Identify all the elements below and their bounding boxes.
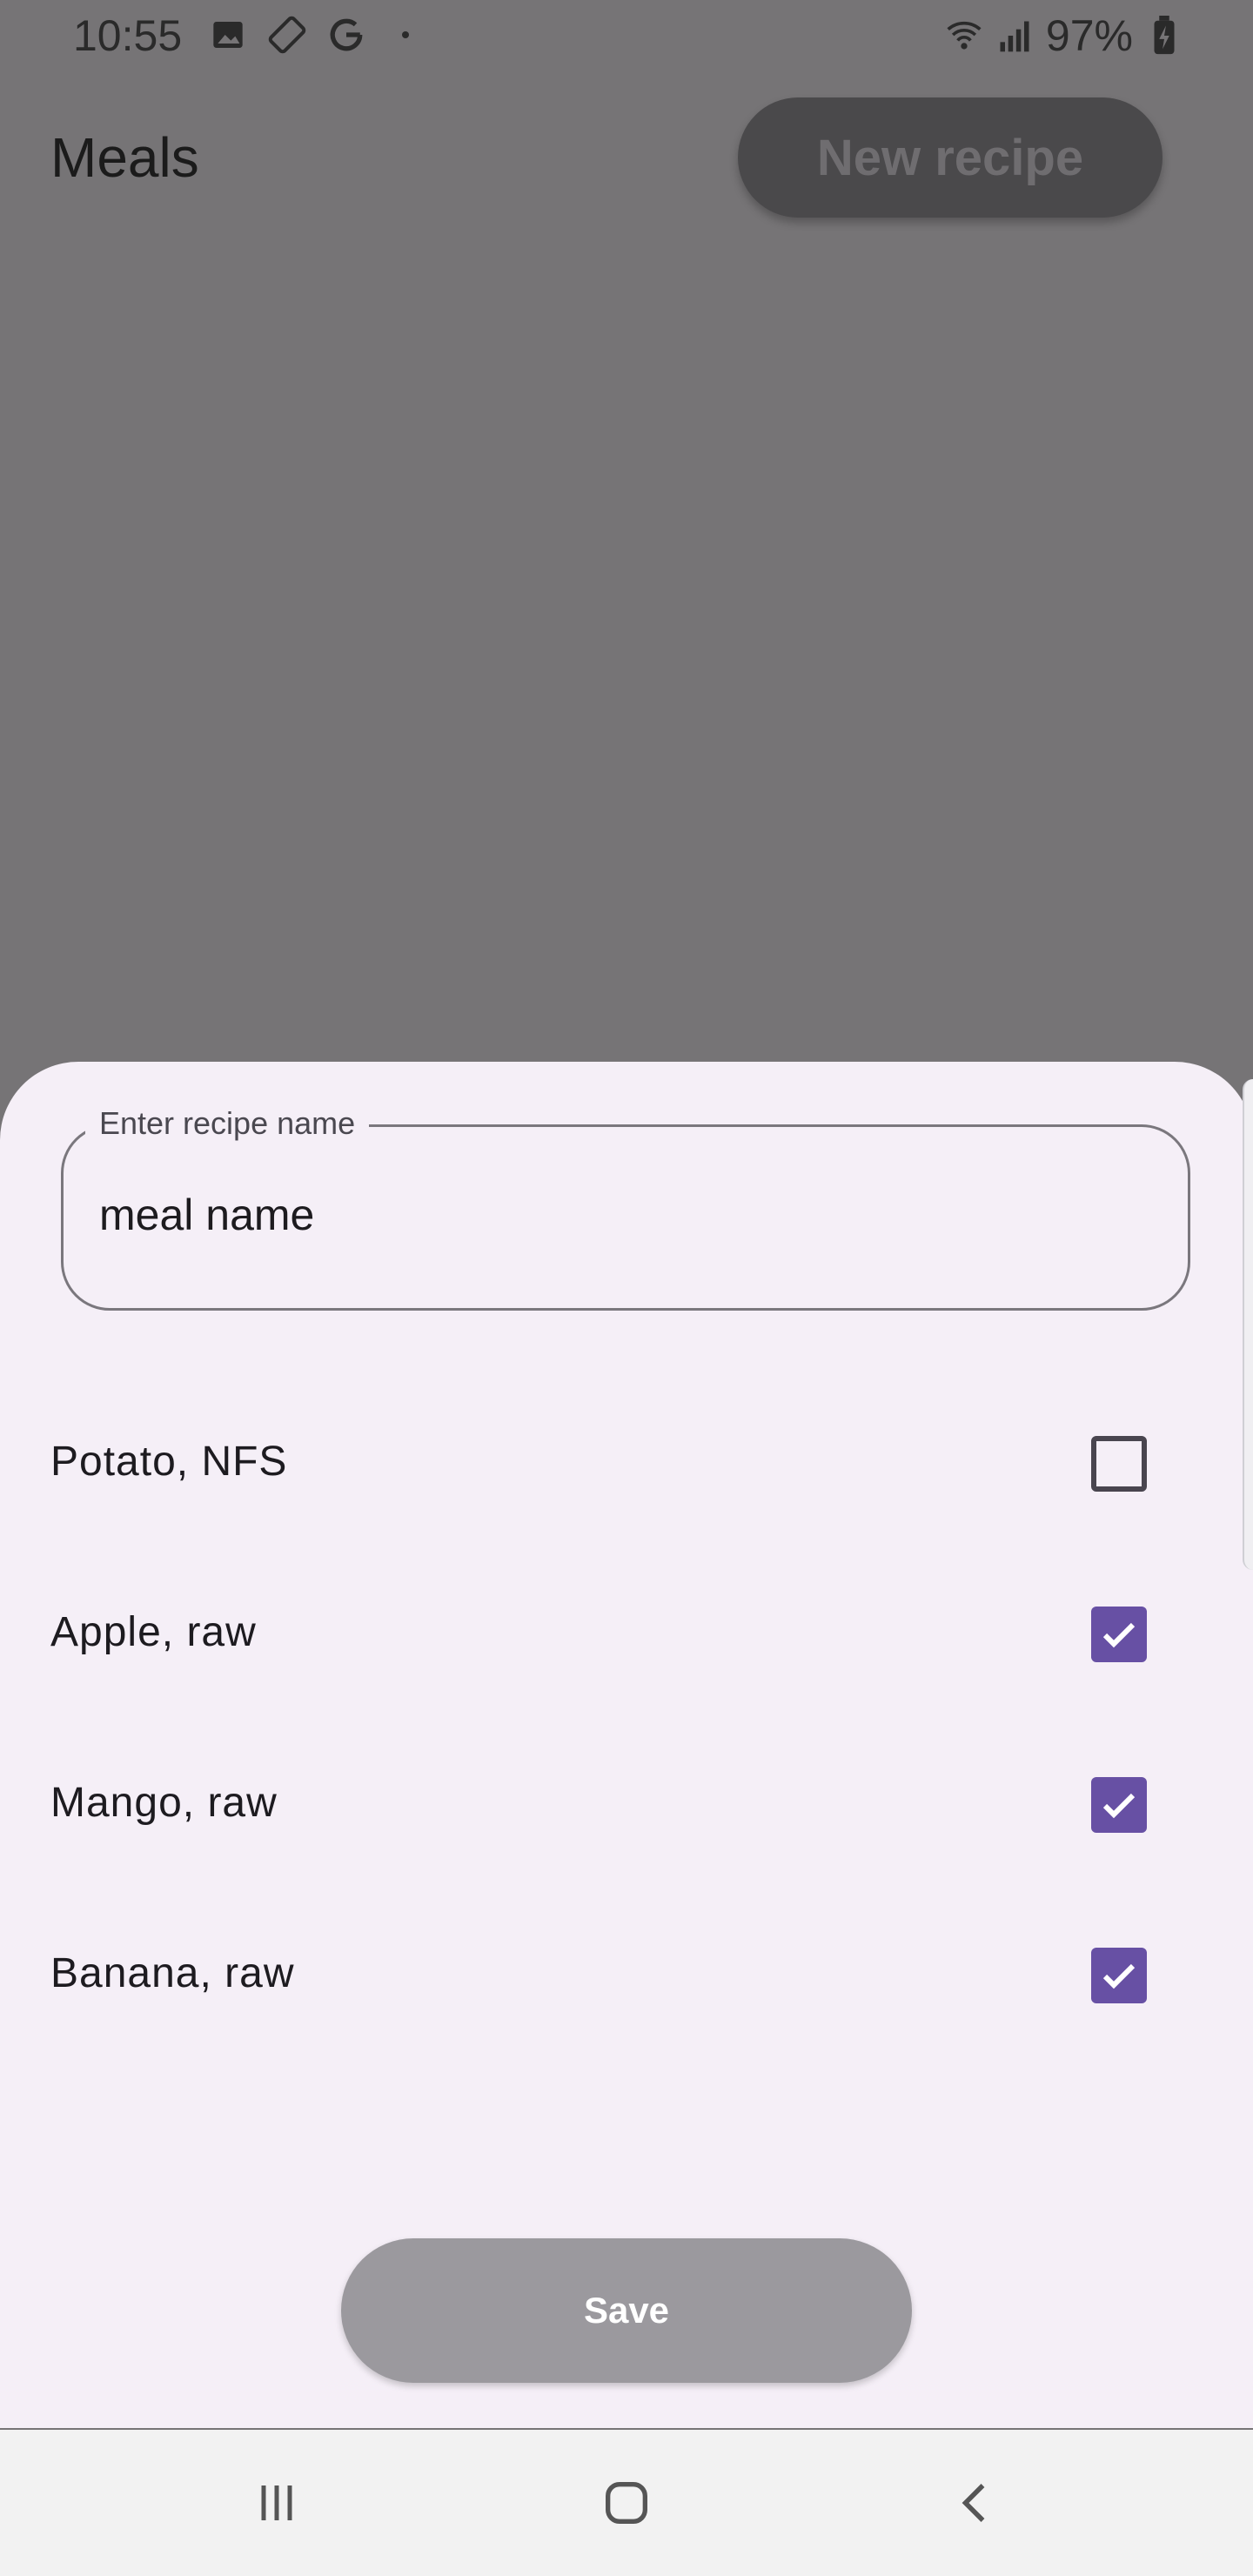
screen-rotation-icon [268, 16, 306, 54]
ingredient-label: Banana, raw [50, 1950, 295, 1996]
save-button[interactable]: Save [341, 2238, 912, 2383]
wifi-icon [945, 17, 983, 55]
signal-icon [995, 17, 1034, 55]
status-right: 97% [945, 10, 1183, 61]
image-icon [209, 16, 247, 54]
home-icon[interactable] [592, 2468, 661, 2538]
battery-charging-icon [1145, 16, 1183, 55]
status-left-icons [209, 16, 425, 54]
back-icon[interactable] [941, 2468, 1011, 2538]
ingredient-checkbox[interactable] [1091, 1948, 1147, 2003]
recipe-name-input[interactable] [97, 1189, 1145, 1241]
battery-percent: 97% [1045, 11, 1133, 60]
dot-icon [386, 16, 425, 54]
page-title: Meals [50, 126, 199, 189]
ingredient-label: Potato, NFS [50, 1439, 288, 1485]
recent-apps-icon[interactable] [242, 2468, 312, 2538]
google-icon [327, 16, 365, 54]
status-time: 10:55 [73, 11, 183, 60]
ingredient-checkbox[interactable] [1091, 1607, 1147, 1662]
ingredient-checkbox[interactable] [1091, 1436, 1147, 1492]
ingredient-label: Apple, raw [50, 1609, 257, 1655]
system-nav-bar [0, 2430, 1253, 2576]
ingredient-row[interactable]: Banana, raw [0, 1929, 1253, 2016]
ingredient-label: Mango, raw [50, 1780, 278, 1826]
ingredient-checkbox[interactable] [1091, 1777, 1147, 1833]
recipe-name-label: Enter recipe name [85, 1105, 370, 1142]
ingredient-row[interactable]: Apple, raw [0, 1587, 1253, 1674]
ingredient-row[interactable]: Mango, raw [0, 1758, 1253, 1845]
ingredient-row[interactable]: Potato, NFS [0, 1417, 1253, 1504]
check-icon [1102, 1963, 1136, 1989]
check-icon [1102, 1622, 1136, 1648]
status-bar: 10:55 97% [0, 0, 1253, 73]
check-icon [1102, 1793, 1136, 1819]
new-recipe-button[interactable]: New recipe [738, 97, 1163, 218]
